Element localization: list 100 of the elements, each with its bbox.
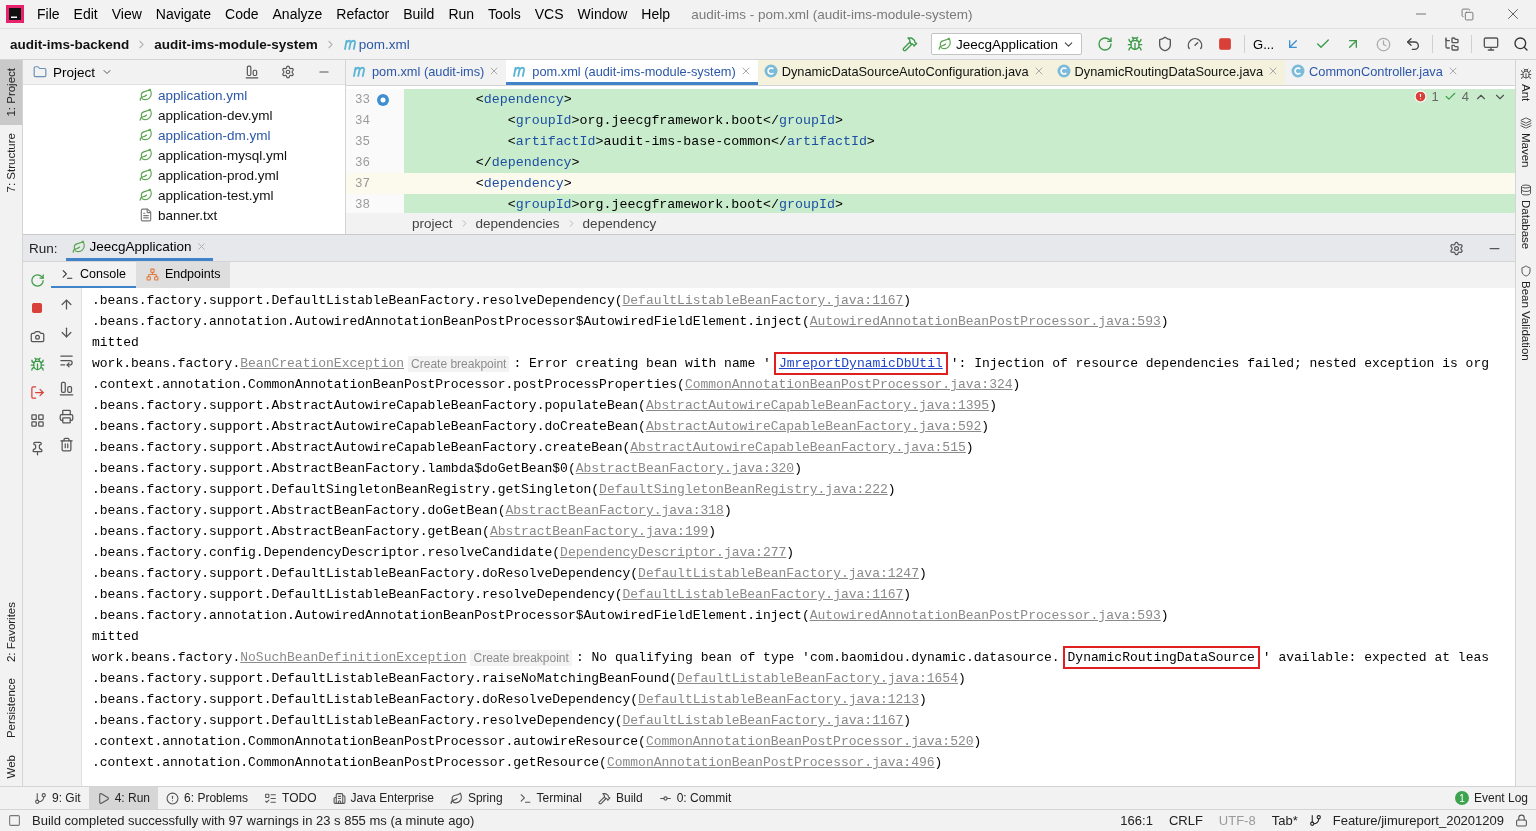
stack-link[interactable]: DefaultListableBeanFactory.java:1654 [677, 668, 958, 689]
tree-item[interactable]: application.yml [158, 87, 248, 103]
menu-item[interactable]: Refactor [329, 6, 397, 22]
stack-link[interactable]: CommonAnnotationBeanPostProcessor.java:520 [645, 731, 974, 752]
tree-item[interactable]: application-dm.yml [158, 127, 271, 143]
console-tab[interactable]: Endpoints [135, 262, 231, 288]
stop-icon[interactable] [1218, 37, 1233, 51]
arrow-up-icon[interactable] [58, 296, 74, 312]
event-log-button[interactable]: 1 Event Log [1446, 787, 1536, 809]
tool-window-tab[interactable]: Ant [1516, 60, 1536, 110]
caret-position[interactable]: 166:1 [1115, 813, 1158, 828]
stack-link[interactable]: AbstractBeanFactory.java:320 [575, 458, 795, 479]
rerun-icon[interactable] [29, 272, 45, 288]
hammer-icon[interactable] [901, 36, 918, 52]
menu-item[interactable]: Build [396, 6, 442, 22]
settings-icon[interactable] [1448, 240, 1464, 256]
menu-item[interactable]: Edit [66, 6, 105, 22]
stack-link[interactable]: AbstractBeanFactory.java:199 [489, 521, 709, 542]
stack-link[interactable]: DefaultListableBeanFactory.java:1247 [638, 563, 919, 584]
camera-icon[interactable] [29, 328, 45, 344]
tool-window-button[interactable]: 0: Commit [650, 787, 740, 809]
stack-link[interactable]: CommonAnnotationBeanPostProcessor.java:496 [606, 752, 935, 773]
tool-window-button[interactable]: 6: Problems [158, 787, 257, 809]
folder-tree-icon[interactable] [1444, 36, 1460, 52]
lock-icon[interactable] [1515, 814, 1528, 827]
stack-link[interactable]: AbstractAutowireCapableBeanFactory.java:1395 [645, 395, 990, 416]
window-icon[interactable] [1483, 36, 1499, 52]
exit-icon[interactable] [29, 384, 45, 400]
editor-tab[interactable]: DynamicRoutingDataSource.java [1050, 60, 1286, 85]
error-count[interactable]: 1 [1431, 89, 1439, 104]
breadcrumb[interactable]: dependencies [475, 216, 560, 231]
breadcrumb[interactable]: audit-ims-backend [10, 36, 130, 52]
tool-window-button[interactable]: 4: Run [88, 787, 159, 809]
class-link[interactable]: JmreportDynamicDbUtil [778, 355, 943, 372]
wrap-icon[interactable] [58, 352, 74, 368]
menu-item[interactable]: Run [441, 6, 482, 22]
tool-window-tab[interactable]: 1: Project [0, 60, 22, 125]
stack-link[interactable]: DependencyDescriptor.java:277 [560, 542, 787, 563]
tool-window-tab[interactable]: 2: Favorites [0, 594, 22, 671]
warning-count[interactable]: 4 [1461, 89, 1469, 104]
tool-window-button[interactable]: Spring [441, 787, 511, 809]
vcs-button[interactable]: G... [1249, 32, 1278, 56]
bug-icon[interactable] [1127, 36, 1144, 52]
menu-item[interactable]: File [30, 6, 67, 22]
stack-link[interactable]: DefaultListableBeanFactory.java:1167 [622, 290, 904, 311]
line-ending[interactable]: CRLF [1163, 813, 1208, 828]
indent-setting[interactable]: Tab* [1266, 813, 1303, 828]
layout-icon[interactable] [29, 412, 45, 428]
menu-item[interactable]: Analyze [265, 6, 330, 22]
print-icon[interactable] [58, 408, 74, 424]
stack-link[interactable]: AbstractAutowireCapableBeanFactory.java:515 [630, 437, 966, 458]
branch-widget[interactable]: Feature/jimureport_20201209 [1327, 813, 1509, 828]
run-configuration-dropdown[interactable]: JeecgApplication [930, 33, 1083, 55]
bug-icon[interactable] [29, 356, 45, 372]
stack-link[interactable]: DefaultListableBeanFactory.java:1213 [638, 689, 919, 710]
breadcrumb[interactable]: project [412, 216, 453, 231]
tree-item[interactable]: banner.txt [158, 207, 218, 223]
menu-item[interactable]: Navigate [148, 6, 219, 22]
breadcrumb[interactable]: pom.xml [358, 36, 410, 52]
tree-item[interactable]: application-mysql.yml [158, 147, 288, 163]
search-icon[interactable] [1513, 36, 1529, 52]
clock-icon[interactable] [1375, 36, 1391, 52]
stack-link[interactable]: DefaultListableBeanFactory.java:1167 [622, 710, 904, 731]
square-icon[interactable] [8, 814, 21, 827]
stop-icon[interactable] [31, 302, 43, 314]
editor-tab[interactable]: pom.xml (audit-ims-module-system) [506, 60, 758, 85]
trash-icon[interactable] [58, 436, 74, 452]
breadcrumb[interactable]: dependency [582, 216, 657, 231]
gauge-icon[interactable] [1187, 36, 1204, 52]
tool-window-button[interactable]: Java Enterprise [324, 787, 442, 809]
tool-window-tab[interactable]: Database [1516, 175, 1536, 258]
menu-item[interactable]: Help [634, 6, 678, 22]
stack-link[interactable]: NoSuchBeanDefinitionException [240, 647, 467, 668]
arrow-down-icon[interactable] [58, 324, 74, 340]
menu-item[interactable]: Tools [481, 6, 528, 22]
tool-window-tab[interactable]: Bean Validation [1516, 257, 1536, 369]
tool-window-tab[interactable]: 7: Structure [0, 124, 22, 201]
stack-link[interactable]: AbstractBeanFactory.java:318 [505, 500, 724, 521]
stack-link[interactable]: DefaultSingletonBeanRegistry.java:222 [599, 479, 888, 500]
tool-window-button[interactable]: 9: Git [26, 787, 89, 809]
stack-link[interactable]: CommonAnnotationBeanPostProcessor.java:324 [684, 374, 1013, 395]
restore-icon[interactable] [1460, 7, 1474, 21]
project-view-dropdown[interactable]: Project [53, 64, 96, 80]
stack-link[interactable]: DefaultListableBeanFactory.java:1167 [622, 584, 904, 605]
settings-icon[interactable] [281, 65, 295, 79]
tree-item[interactable]: application-prod.yml [158, 167, 279, 183]
tool-window-button[interactable]: Terminal [510, 787, 590, 809]
menu-item[interactable]: VCS [527, 6, 571, 22]
menu-item[interactable]: View [104, 6, 149, 22]
stack-link[interactable]: BeanCreationException [240, 353, 405, 374]
rerun-icon[interactable] [1097, 36, 1114, 52]
tool-window-button[interactable]: TODO [256, 787, 325, 809]
tree-item[interactable]: application-dev.yml [158, 107, 273, 123]
menu-item[interactable]: Code [218, 6, 266, 22]
override-icon[interactable] [376, 92, 390, 107]
tool-window-tab[interactable]: Maven [1516, 109, 1536, 176]
undo-icon[interactable] [1405, 36, 1421, 52]
stack-link[interactable]: AbstractAutowireCapableBeanFactory.java:592 [645, 416, 982, 437]
tree-item[interactable]: application-test.yml [158, 187, 274, 203]
editor-tab[interactable]: DynamicDataSourceAutoConfiguration.java [757, 60, 1051, 85]
